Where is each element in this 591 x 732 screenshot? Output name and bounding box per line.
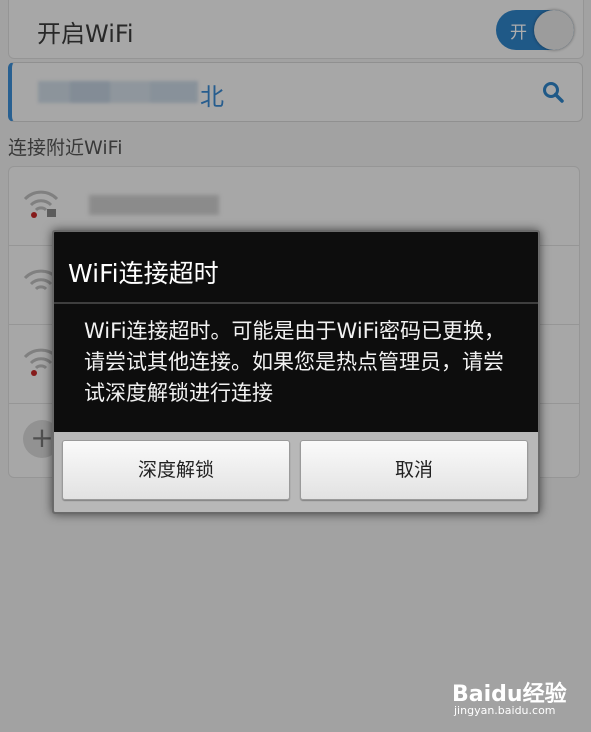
dialog-title: WiFi连接超时 bbox=[68, 259, 219, 288]
dialog-divider bbox=[54, 302, 538, 304]
dialog-button-bar: 深度解锁 取消 bbox=[54, 432, 538, 512]
baidu-watermark: Baidu经验 jingyan.baidu.com bbox=[452, 676, 584, 718]
connection-timeout-dialog: WiFi连接超时 WiFi连接超时。可能是由于WiFi密码已更换，请尝试其他连接… bbox=[52, 230, 540, 514]
deep-unlock-button[interactable]: 深度解锁 bbox=[62, 440, 290, 500]
watermark-url: jingyan.baidu.com bbox=[454, 704, 556, 717]
cancel-button[interactable]: 取消 bbox=[300, 440, 528, 500]
dialog-message: WiFi连接超时。可能是由于WiFi密码已更换，请尝试其他连接。如果您是热点管理… bbox=[84, 319, 506, 405]
